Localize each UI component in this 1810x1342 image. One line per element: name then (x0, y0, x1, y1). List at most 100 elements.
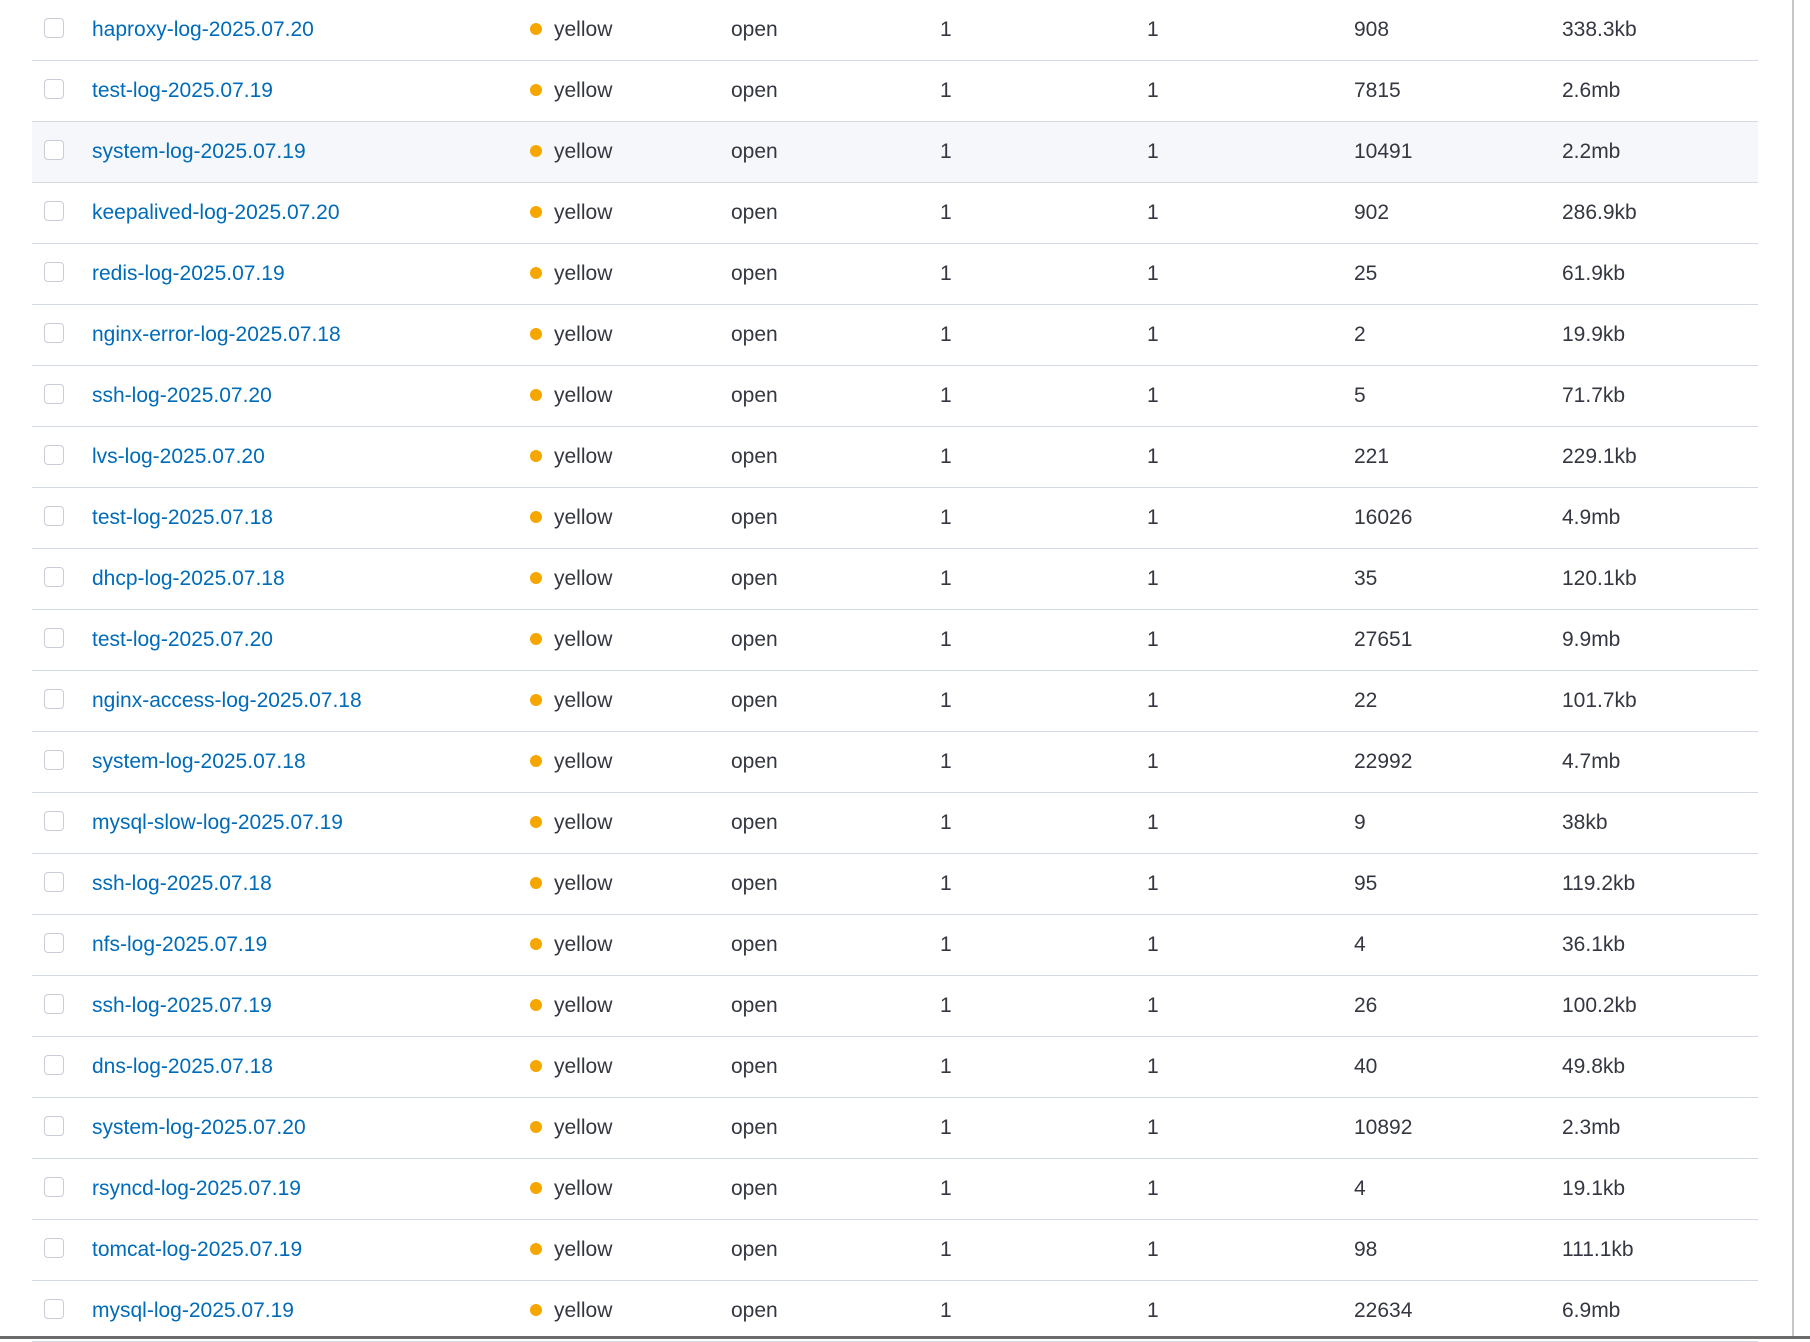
docs-count-cell: 95 (1354, 872, 1378, 895)
primaries-cell: 1 (940, 506, 952, 529)
table-row[interactable]: dhcp-log-2025.07.18 yellow open 1 1 35 1… (32, 549, 1758, 610)
table-row[interactable]: test-log-2025.07.18 yellow open 1 1 1602… (32, 488, 1758, 549)
row-checkbox[interactable] (44, 872, 64, 892)
row-checkbox[interactable] (44, 384, 64, 404)
table-row[interactable]: system-log-2025.07.18 yellow open 1 1 22… (32, 732, 1758, 793)
index-name-link[interactable]: system-log-2025.07.19 (92, 140, 306, 163)
health-dot-icon (530, 267, 542, 279)
table-row[interactable]: system-log-2025.07.20 yellow open 1 1 10… (32, 1098, 1758, 1159)
row-select-cell (44, 1220, 68, 1280)
status-cell: open (731, 811, 778, 834)
table-row[interactable]: ssh-log-2025.07.19 yellow open 1 1 26 10… (32, 976, 1758, 1037)
row-checkbox[interactable] (44, 628, 64, 648)
index-name-cell: test-log-2025.07.19 (92, 61, 273, 121)
row-checkbox[interactable] (44, 994, 64, 1014)
row-checkbox[interactable] (44, 1116, 64, 1136)
index-name-link[interactable]: nginx-access-log-2025.07.18 (92, 689, 362, 712)
index-name-cell: mysql-slow-log-2025.07.19 (92, 793, 343, 853)
index-name-link[interactable]: nfs-log-2025.07.19 (92, 933, 267, 956)
health-label: yellow (554, 18, 613, 41)
index-name-link[interactable]: test-log-2025.07.20 (92, 628, 273, 651)
health-cell: yellow (530, 1098, 612, 1158)
row-checkbox[interactable] (44, 933, 64, 953)
row-checkbox[interactable] (44, 1177, 64, 1197)
row-checkbox[interactable] (44, 262, 64, 282)
table-row[interactable]: keepalived-log-2025.07.20 yellow open 1 … (32, 183, 1758, 244)
index-name-link[interactable]: ssh-log-2025.07.20 (92, 384, 272, 407)
health-cell: yellow (530, 122, 612, 182)
row-select-cell (44, 1281, 68, 1341)
health-cell: yellow (530, 854, 612, 914)
index-name-link[interactable]: test-log-2025.07.19 (92, 79, 273, 102)
index-name-cell: haproxy-log-2025.07.20 (92, 0, 314, 60)
index-name-link[interactable]: keepalived-log-2025.07.20 (92, 201, 340, 224)
docs-count-cell: 10892 (1354, 1116, 1413, 1139)
row-checkbox[interactable] (44, 323, 64, 343)
row-checkbox[interactable] (44, 750, 64, 770)
index-name-link[interactable]: tomcat-log-2025.07.19 (92, 1238, 302, 1261)
index-name-link[interactable]: mysql-slow-log-2025.07.19 (92, 811, 343, 834)
row-checkbox[interactable] (44, 567, 64, 587)
index-name-link[interactable]: mysql-log-2025.07.19 (92, 1299, 294, 1322)
storage-size-cell: 119.2kb (1562, 872, 1636, 895)
row-checkbox[interactable] (44, 1299, 64, 1319)
table-row[interactable]: nginx-error-log-2025.07.18 yellow open 1… (32, 305, 1758, 366)
primaries-cell: 1 (940, 750, 952, 773)
row-checkbox[interactable] (44, 811, 64, 831)
status-cell: open (731, 872, 778, 895)
status-cell: open (731, 567, 778, 590)
table-row[interactable]: mysql-slow-log-2025.07.19 yellow open 1 … (32, 793, 1758, 854)
primaries-cell: 1 (940, 323, 952, 346)
primaries-cell: 1 (940, 445, 952, 468)
table-row[interactable]: dns-log-2025.07.18 yellow open 1 1 40 49… (32, 1037, 1758, 1098)
row-checkbox[interactable] (44, 18, 64, 38)
index-name-link[interactable]: system-log-2025.07.20 (92, 1116, 306, 1139)
row-checkbox[interactable] (44, 140, 64, 160)
index-name-link[interactable]: lvs-log-2025.07.20 (92, 445, 265, 468)
table-row[interactable]: test-log-2025.07.19 yellow open 1 1 7815… (32, 61, 1758, 122)
row-checkbox[interactable] (44, 201, 64, 221)
index-name-link[interactable]: ssh-log-2025.07.19 (92, 994, 272, 1017)
status-cell: open (731, 201, 778, 224)
table-row[interactable]: lvs-log-2025.07.20 yellow open 1 1 221 2… (32, 427, 1758, 488)
table-row[interactable]: redis-log-2025.07.19 yellow open 1 1 25 … (32, 244, 1758, 305)
health-label: yellow (554, 1177, 613, 1200)
index-name-link[interactable]: system-log-2025.07.18 (92, 750, 306, 773)
table-row[interactable]: test-log-2025.07.20 yellow open 1 1 2765… (32, 610, 1758, 671)
replicas-cell: 1 (1147, 323, 1159, 346)
table-row[interactable]: mysql-log-2025.07.19 yellow open 1 1 226… (32, 1281, 1758, 1342)
replicas-cell: 1 (1147, 79, 1159, 102)
table-row[interactable]: nginx-access-log-2025.07.18 yellow open … (32, 671, 1758, 732)
table-row[interactable]: rsyncd-log-2025.07.19 yellow open 1 1 4 … (32, 1159, 1758, 1220)
row-checkbox[interactable] (44, 506, 64, 526)
index-name-link[interactable]: dhcp-log-2025.07.18 (92, 567, 285, 590)
health-label: yellow (554, 262, 613, 285)
row-checkbox[interactable] (44, 79, 64, 99)
primaries-cell: 1 (940, 140, 952, 163)
table-row[interactable]: ssh-log-2025.07.18 yellow open 1 1 95 11… (32, 854, 1758, 915)
row-checkbox[interactable] (44, 689, 64, 709)
index-name-link[interactable]: rsyncd-log-2025.07.19 (92, 1177, 301, 1200)
index-name-link[interactable]: nginx-error-log-2025.07.18 (92, 323, 341, 346)
row-checkbox[interactable] (44, 1055, 64, 1075)
table-row[interactable]: nfs-log-2025.07.19 yellow open 1 1 4 36.… (32, 915, 1758, 976)
table-row[interactable]: system-log-2025.07.19 yellow open 1 1 10… (32, 122, 1758, 183)
index-name-link[interactable]: redis-log-2025.07.19 (92, 262, 285, 285)
health-dot-icon (530, 23, 542, 35)
index-name-link[interactable]: test-log-2025.07.18 (92, 506, 273, 529)
storage-size-cell: 4.7mb (1562, 750, 1621, 773)
table-row[interactable]: tomcat-log-2025.07.19 yellow open 1 1 98… (32, 1220, 1758, 1281)
table-row[interactable]: ssh-log-2025.07.20 yellow open 1 1 5 71.… (32, 366, 1758, 427)
health-cell: yellow (530, 0, 612, 60)
index-name-link[interactable]: haproxy-log-2025.07.20 (92, 18, 314, 41)
index-name-link[interactable]: dns-log-2025.07.18 (92, 1055, 273, 1078)
table-row[interactable]: haproxy-log-2025.07.20 yellow open 1 1 9… (32, 0, 1758, 61)
index-name-link[interactable]: ssh-log-2025.07.18 (92, 872, 272, 895)
row-checkbox[interactable] (44, 445, 64, 465)
index-name-cell: dns-log-2025.07.18 (92, 1037, 273, 1097)
status-cell: open (731, 689, 778, 712)
primaries-cell: 1 (940, 689, 952, 712)
row-select-cell (44, 488, 68, 548)
row-checkbox[interactable] (44, 1238, 64, 1258)
health-dot-icon (530, 633, 542, 645)
